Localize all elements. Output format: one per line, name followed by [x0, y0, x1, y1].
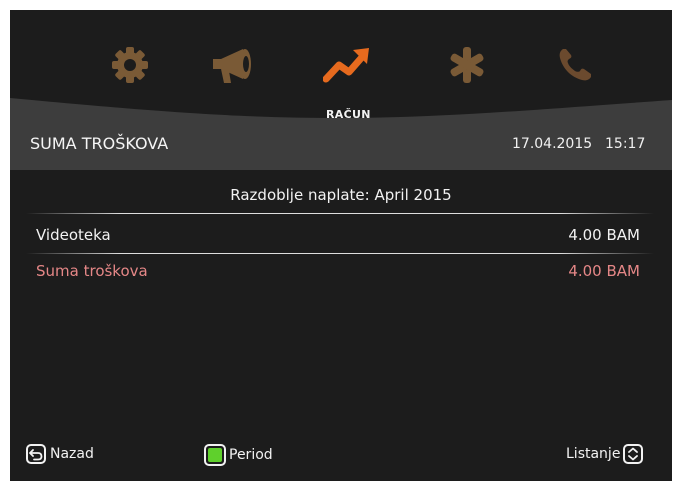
settings-gear-icon[interactable] — [105, 40, 155, 90]
total-label: Suma troškova — [36, 262, 148, 280]
trend-chart-icon[interactable] — [322, 40, 372, 90]
period-button[interactable]: Period — [204, 444, 273, 466]
green-key-icon — [204, 444, 226, 466]
active-menu-label: RAČUN — [326, 108, 371, 121]
back-button[interactable]: Nazad — [26, 444, 94, 464]
megaphone-icon[interactable] — [208, 40, 258, 90]
period-label: Period — [229, 447, 273, 463]
list-item[interactable]: Videoteka 4.00 BAM — [36, 226, 640, 248]
tv-screen: RAČUN SUMA TROŠKOVA 17.04.2015 15:17 Raz… — [10, 10, 672, 481]
total-row: Suma troškova 4.00 BAM — [36, 262, 640, 284]
back-label: Nazad — [50, 446, 94, 462]
page-title: SUMA TROŠKOVA — [30, 134, 169, 153]
header-date: 17.04.2015 — [512, 136, 593, 152]
divider — [26, 213, 654, 214]
header-time: 15:17 — [605, 136, 646, 152]
back-key-icon — [26, 444, 46, 464]
scroll-label: Listanje — [566, 446, 621, 462]
item-name: Videoteka — [36, 226, 111, 244]
asterisk-icon[interactable] — [442, 40, 492, 90]
divider — [26, 253, 654, 254]
total-value: 4.00 BAM — [568, 262, 640, 280]
up-down-arrows-icon — [623, 444, 644, 464]
top-menu-bar: RAČUN — [10, 10, 672, 170]
scroll-button[interactable]: Listanje — [566, 444, 644, 464]
phone-icon[interactable] — [550, 40, 600, 90]
billing-period-label: Razdoblje naplate: April 2015 — [230, 186, 452, 204]
item-value: 4.00 BAM — [568, 226, 640, 244]
